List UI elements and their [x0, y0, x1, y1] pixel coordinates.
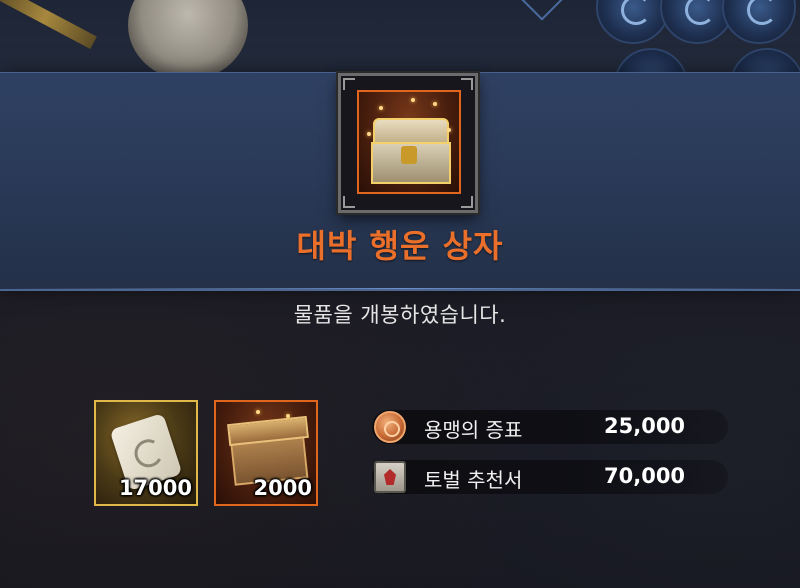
opened-item-frame — [338, 73, 478, 213]
reward-count: 17000 — [118, 476, 192, 500]
dialog-message: 물품을 개봉하였습니다. — [293, 303, 507, 327]
currency-row-mercenary-token: 용맹의 증표 25,000 — [372, 410, 728, 444]
frame-corner — [343, 196, 355, 208]
chest-lock-icon — [401, 146, 417, 164]
sparkle — [367, 132, 371, 136]
reward-slot-scroll[interactable]: 17000 — [94, 400, 198, 506]
background-weapon — [0, 0, 97, 50]
sparkle — [447, 128, 451, 132]
swirl-icon — [685, 0, 715, 25]
currency-row-subjugation-letter: 토벌 추천서 70,000 — [372, 460, 728, 494]
dialog-title: 대박 행운 상자 — [296, 227, 504, 265]
mercenary-coin-icon — [374, 411, 406, 443]
sparkle — [286, 414, 290, 418]
sparkle — [379, 106, 383, 110]
frame-corner — [343, 78, 355, 90]
background-character — [128, 0, 248, 80]
frame-corner — [461, 196, 473, 208]
sparkle — [433, 102, 437, 106]
sparkle — [256, 410, 260, 414]
result-banner: 대박 행운 상자 물품을 개봉하였습니다. — [0, 72, 800, 327]
swirl-icon — [747, 0, 777, 25]
currency-amount: 25,000 — [604, 414, 686, 438]
background-orb-icon — [722, 0, 796, 44]
reward-slot-box[interactable]: 2000 — [214, 400, 318, 506]
background-scene — [0, 0, 800, 80]
background-diamond-icon — [519, 0, 565, 21]
reward-count: 2000 — [253, 476, 312, 500]
background-orb-icon — [596, 0, 670, 44]
swirl-icon — [621, 0, 651, 25]
currency-name: 토벌 추천서 — [424, 468, 523, 492]
golden-treasure-chest-icon — [357, 90, 461, 194]
sparkle — [411, 98, 415, 102]
frame-corner — [461, 78, 473, 90]
subjugation-book-icon — [374, 461, 406, 493]
game-screen: 대박 행운 상자 물품을 개봉하였습니다. 17000 2000 용맹의 증표 … — [0, 0, 800, 588]
currency-amount: 70,000 — [604, 464, 686, 488]
scroll-emblem-icon — [130, 435, 167, 471]
currency-name: 용맹의 증표 — [424, 418, 523, 442]
